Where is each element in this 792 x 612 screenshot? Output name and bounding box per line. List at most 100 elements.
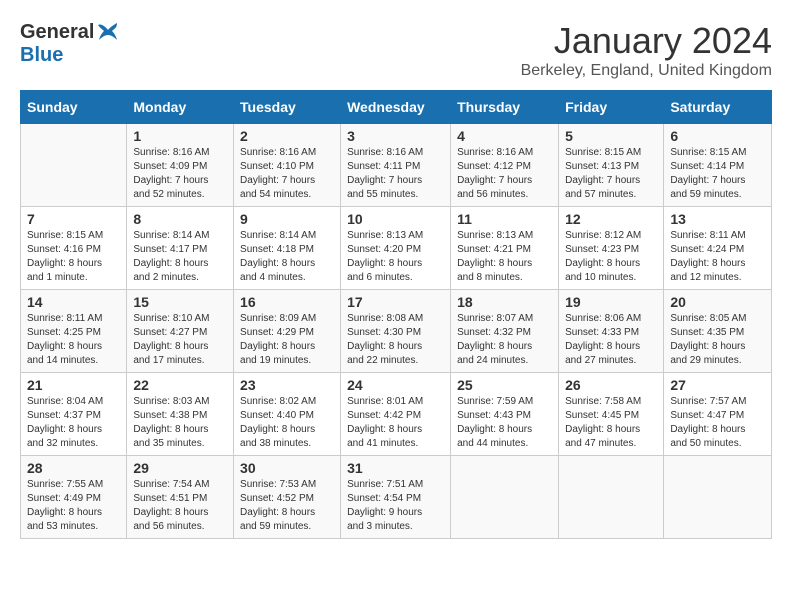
- day-number: 3: [347, 128, 444, 144]
- day-number: 19: [565, 294, 657, 310]
- location: Berkeley, England, United Kingdom: [521, 62, 772, 80]
- day-number: 9: [240, 211, 334, 227]
- calendar-cell: 31 Sunrise: 7:51 AM Sunset: 4:54 PM Dayli…: [341, 456, 451, 539]
- day-info: Sunrise: 7:53 AM Sunset: 4:52 PM Dayligh…: [240, 478, 334, 534]
- page-header: General Blue January 2024 Berkeley, Engl…: [20, 20, 772, 80]
- calendar-week-row: 1Sunrise: 8:16 AM Sunset: 4:09 PM Daylig…: [21, 124, 772, 207]
- day-info: Sunrise: 8:09 AM Sunset: 4:29 PM Dayligh…: [240, 312, 334, 368]
- day-info: Sunrise: 8:01 AM Sunset: 4:42 PM Dayligh…: [347, 395, 444, 451]
- day-number: 18: [457, 294, 552, 310]
- day-info: Sunrise: 8:12 AM Sunset: 4:23 PM Dayligh…: [565, 229, 657, 285]
- day-number: 20: [670, 294, 765, 310]
- day-number: 27: [670, 377, 765, 393]
- day-info: Sunrise: 8:16 AM Sunset: 4:09 PM Dayligh…: [133, 146, 227, 202]
- calendar-cell: 18 Sunrise: 8:07 AM Sunset: 4:32 PM Dayli…: [451, 290, 559, 373]
- calendar-cell: 4Sunrise: 8:16 AM Sunset: 4:12 PM Daylig…: [451, 124, 559, 207]
- day-info: Sunrise: 8:16 AM Sunset: 4:11 PM Dayligh…: [347, 146, 444, 202]
- day-number: 7: [27, 211, 120, 227]
- calendar-week-row: 14Sunrise: 8:11 AM Sunset: 4:25 PM Dayli…: [21, 290, 772, 373]
- day-number: 16: [240, 294, 334, 310]
- day-number: 14: [27, 294, 120, 310]
- calendar-cell: 14Sunrise: 8:11 AM Sunset: 4:25 PM Dayli…: [21, 290, 127, 373]
- day-number: 10: [347, 211, 444, 227]
- day-info: Sunrise: 8:11 AM Sunset: 4:24 PM Dayligh…: [670, 229, 765, 285]
- day-info: Sunrise: 7:54 AM Sunset: 4:51 PM Dayligh…: [133, 478, 227, 534]
- day-info: Sunrise: 8:13 AM Sunset: 4:21 PM Dayligh…: [457, 229, 552, 285]
- day-info: Sunrise: 8:14 AM Sunset: 4:17 PM Dayligh…: [133, 229, 227, 285]
- calendar-cell: 12 Sunrise: 8:12 AM Sunset: 4:23 PM Dayli…: [559, 207, 664, 290]
- day-number: 26: [565, 377, 657, 393]
- day-number: 30: [240, 460, 334, 476]
- day-info: Sunrise: 7:55 AM Sunset: 4:49 PM Dayligh…: [27, 478, 120, 534]
- column-header-tuesday: Tuesday: [234, 91, 341, 124]
- calendar-table: SundayMondayTuesdayWednesdayThursdayFrid…: [20, 90, 772, 539]
- day-info: Sunrise: 7:51 AM Sunset: 4:54 PM Dayligh…: [347, 478, 444, 534]
- day-info: Sunrise: 8:14 AM Sunset: 4:18 PM Dayligh…: [240, 229, 334, 285]
- day-number: 25: [457, 377, 552, 393]
- day-info: Sunrise: 8:10 AM Sunset: 4:27 PM Dayligh…: [133, 312, 227, 368]
- title-section: January 2024 Berkeley, England, United K…: [521, 20, 772, 80]
- calendar-cell: 5Sunrise: 8:15 AM Sunset: 4:13 PM Daylig…: [559, 124, 664, 207]
- day-info: Sunrise: 8:13 AM Sunset: 4:20 PM Dayligh…: [347, 229, 444, 285]
- calendar-header-row: SundayMondayTuesdayWednesdayThursdayFrid…: [21, 91, 772, 124]
- day-number: 23: [240, 377, 334, 393]
- day-info: Sunrise: 8:06 AM Sunset: 4:33 PM Dayligh…: [565, 312, 657, 368]
- logo-bird-icon: [96, 20, 120, 44]
- column-header-monday: Monday: [127, 91, 234, 124]
- calendar-cell: 8 Sunrise: 8:14 AM Sunset: 4:17 PM Daylig…: [127, 207, 234, 290]
- calendar-week-row: 7 Sunrise: 8:15 AM Sunset: 4:16 PM Daylig…: [21, 207, 772, 290]
- day-number: 2: [240, 128, 334, 144]
- calendar-cell: 13 Sunrise: 8:11 AM Sunset: 4:24 PM Dayli…: [664, 207, 772, 290]
- day-number: 6: [670, 128, 765, 144]
- logo: General Blue: [20, 20, 120, 67]
- calendar-week-row: 28 Sunrise: 7:55 AM Sunset: 4:49 PM Dayli…: [21, 456, 772, 539]
- calendar-cell: 6Sunrise: 8:15 AM Sunset: 4:14 PM Daylig…: [664, 124, 772, 207]
- column-header-friday: Friday: [559, 91, 664, 124]
- day-info: Sunrise: 8:07 AM Sunset: 4:32 PM Dayligh…: [457, 312, 552, 368]
- calendar-cell: 11 Sunrise: 8:13 AM Sunset: 4:21 PM Dayli…: [451, 207, 559, 290]
- day-info: Sunrise: 7:57 AM Sunset: 4:47 PM Dayligh…: [670, 395, 765, 451]
- day-info: Sunrise: 8:15 AM Sunset: 4:16 PM Dayligh…: [27, 229, 120, 285]
- calendar-week-row: 21Sunrise: 8:04 AM Sunset: 4:37 PM Dayli…: [21, 373, 772, 456]
- calendar-cell: [21, 124, 127, 207]
- calendar-cell: [559, 456, 664, 539]
- calendar-cell: 17 Sunrise: 8:08 AM Sunset: 4:30 PM Dayli…: [341, 290, 451, 373]
- calendar-cell: 21Sunrise: 8:04 AM Sunset: 4:37 PM Dayli…: [21, 373, 127, 456]
- calendar-cell: 16 Sunrise: 8:09 AM Sunset: 4:29 PM Dayli…: [234, 290, 341, 373]
- day-number: 17: [347, 294, 444, 310]
- day-info: Sunrise: 8:02 AM Sunset: 4:40 PM Dayligh…: [240, 395, 334, 451]
- calendar-cell: 30 Sunrise: 7:53 AM Sunset: 4:52 PM Dayli…: [234, 456, 341, 539]
- calendar-cell: [451, 456, 559, 539]
- calendar-cell: 15 Sunrise: 8:10 AM Sunset: 4:27 PM Dayli…: [127, 290, 234, 373]
- calendar-cell: 19 Sunrise: 8:06 AM Sunset: 4:33 PM Dayli…: [559, 290, 664, 373]
- column-header-wednesday: Wednesday: [341, 91, 451, 124]
- day-info: Sunrise: 8:05 AM Sunset: 4:35 PM Dayligh…: [670, 312, 765, 368]
- logo-blue-text: Blue: [20, 44, 63, 67]
- day-number: 21: [27, 377, 120, 393]
- calendar-cell: 25 Sunrise: 7:59 AM Sunset: 4:43 PM Dayli…: [451, 373, 559, 456]
- day-number: 8: [133, 211, 227, 227]
- day-info: Sunrise: 8:15 AM Sunset: 4:13 PM Dayligh…: [565, 146, 657, 202]
- calendar-cell: 24Sunrise: 8:01 AM Sunset: 4:42 PM Dayli…: [341, 373, 451, 456]
- column-header-thursday: Thursday: [451, 91, 559, 124]
- calendar-body: 1Sunrise: 8:16 AM Sunset: 4:09 PM Daylig…: [21, 124, 772, 539]
- calendar-cell: 7 Sunrise: 8:15 AM Sunset: 4:16 PM Daylig…: [21, 207, 127, 290]
- day-number: 29: [133, 460, 227, 476]
- day-number: 31: [347, 460, 444, 476]
- column-header-saturday: Saturday: [664, 91, 772, 124]
- calendar-cell: 1Sunrise: 8:16 AM Sunset: 4:09 PM Daylig…: [127, 124, 234, 207]
- day-number: 15: [133, 294, 227, 310]
- column-header-sunday: Sunday: [21, 91, 127, 124]
- day-number: 13: [670, 211, 765, 227]
- day-info: Sunrise: 7:59 AM Sunset: 4:43 PM Dayligh…: [457, 395, 552, 451]
- calendar-cell: 3 Sunrise: 8:16 AM Sunset: 4:11 PM Daylig…: [341, 124, 451, 207]
- day-number: 28: [27, 460, 120, 476]
- logo-general-text: General: [20, 21, 94, 44]
- calendar-cell: 10 Sunrise: 8:13 AM Sunset: 4:20 PM Dayli…: [341, 207, 451, 290]
- day-number: 11: [457, 211, 552, 227]
- day-info: Sunrise: 8:08 AM Sunset: 4:30 PM Dayligh…: [347, 312, 444, 368]
- calendar-cell: 2Sunrise: 8:16 AM Sunset: 4:10 PM Daylig…: [234, 124, 341, 207]
- calendar-cell: 22Sunrise: 8:03 AM Sunset: 4:38 PM Dayli…: [127, 373, 234, 456]
- calendar-cell: 29 Sunrise: 7:54 AM Sunset: 4:51 PM Dayli…: [127, 456, 234, 539]
- day-number: 12: [565, 211, 657, 227]
